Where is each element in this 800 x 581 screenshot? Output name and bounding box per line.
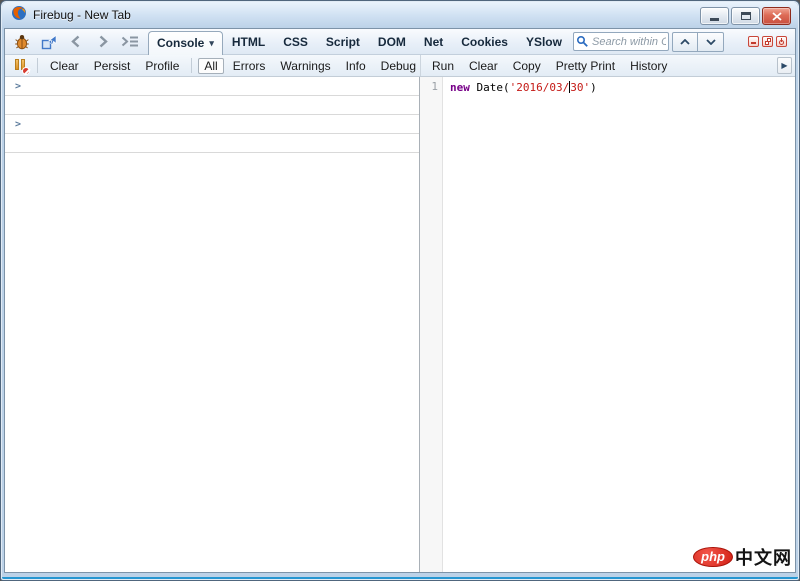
console-command-row[interactable]: > new Date('2016/03/30') bbox=[5, 115, 419, 134]
break-disabled-badge-icon bbox=[22, 66, 30, 75]
code-plain: Date( bbox=[469, 81, 510, 94]
pretty-print-button[interactable]: Pretty Print bbox=[550, 58, 621, 74]
php-cn-watermark: php 中文网 bbox=[693, 544, 792, 570]
close-button[interactable] bbox=[762, 7, 791, 25]
tab-console[interactable]: Console ▾ bbox=[148, 30, 223, 55]
filter-all-button[interactable]: All bbox=[198, 57, 224, 74]
window-content: Console ▾ HTML CSS Script DOM Net Cookie… bbox=[4, 28, 796, 573]
command-editor-toolbar: Run Clear Copy Pretty Print History ▶ bbox=[421, 55, 795, 76]
forward-icon[interactable] bbox=[94, 33, 112, 51]
profile-button[interactable]: Profile bbox=[139, 58, 185, 74]
editor-code-area[interactable]: new Date('2016/03/30') bbox=[443, 77, 795, 572]
chevron-up-icon bbox=[680, 38, 690, 45]
tab-cookies[interactable]: Cookies bbox=[452, 29, 517, 55]
history-button[interactable]: History bbox=[624, 58, 673, 74]
firebug-menu-icon[interactable] bbox=[13, 33, 31, 51]
toolbar-separator bbox=[37, 58, 38, 73]
php-logo-badge: php bbox=[693, 547, 733, 567]
firebug-window: Firebug - New Tab Console ▾ HTML CSS Scr… bbox=[0, 0, 800, 581]
console-command-row[interactable]: > new Date('2016-03-30') bbox=[5, 77, 419, 96]
chevron-down-icon bbox=[705, 38, 716, 45]
filter-info-button[interactable]: Info bbox=[340, 58, 372, 74]
toolbar-overflow-button[interactable]: ▶ bbox=[777, 57, 792, 74]
search-nav-buttons bbox=[672, 31, 724, 52]
window-controls bbox=[700, 7, 791, 25]
persist-button[interactable]: Persist bbox=[88, 58, 137, 74]
command-prompt-icon: > bbox=[15, 81, 22, 92]
firebug-deactivate-button[interactable] bbox=[776, 36, 787, 47]
maximize-button[interactable] bbox=[731, 7, 760, 25]
code-plain: ) bbox=[590, 81, 597, 94]
toolbar-icon-group bbox=[13, 33, 139, 51]
firebug-minimize-button[interactable] bbox=[748, 36, 759, 47]
search-input[interactable] bbox=[573, 32, 669, 52]
copy-button[interactable]: Copy bbox=[507, 58, 547, 74]
tab-net[interactable]: Net bbox=[415, 29, 452, 55]
firebug-detach-button[interactable] bbox=[762, 36, 773, 47]
maximize-icon bbox=[740, 12, 751, 20]
break-on-errors-button[interactable] bbox=[13, 58, 30, 75]
command-editor-panel: 1 new Date('2016/03/30') bbox=[420, 77, 795, 572]
code-string: '2016/03/ bbox=[509, 81, 570, 94]
console-output-panel: > new Date('2016-03-30') Date { Wed Mar … bbox=[5, 77, 420, 572]
search-next-button[interactable] bbox=[698, 31, 724, 52]
command-prompt-icon: > bbox=[15, 119, 22, 130]
window-title: Firebug - New Tab bbox=[33, 8, 131, 22]
filter-errors-button[interactable]: Errors bbox=[227, 58, 272, 74]
panel-tab-strip: Console ▾ HTML CSS Script DOM Net Cookie… bbox=[148, 29, 571, 55]
back-icon[interactable] bbox=[67, 33, 85, 51]
tab-dom[interactable]: DOM bbox=[369, 29, 415, 55]
filter-warnings-button[interactable]: Warnings bbox=[274, 58, 336, 74]
search-previous-button[interactable] bbox=[672, 31, 698, 52]
console-dropdown-icon[interactable]: ▾ bbox=[209, 38, 214, 49]
console-toolbar: Clear Persist Profile All Errors Warning… bbox=[5, 55, 421, 76]
console-result-row[interactable]: Date { Wed Mar 30 2016 08:00:00 GMT+0800… bbox=[5, 96, 419, 115]
line-number: 1 bbox=[431, 80, 438, 93]
editor-gutter: 1 bbox=[420, 77, 443, 572]
clear-editor-button[interactable]: Clear bbox=[463, 58, 504, 74]
minimize-button[interactable] bbox=[700, 7, 729, 25]
titlebar[interactable]: Firebug - New Tab bbox=[2, 2, 798, 28]
panel-toolbar: Clear Persist Profile All Errors Warning… bbox=[5, 55, 795, 77]
minimize-icon bbox=[710, 18, 719, 21]
main-toolbar: Console ▾ HTML CSS Script DOM Net Cookie… bbox=[5, 29, 795, 55]
code-keyword: new bbox=[450, 81, 470, 94]
panel-area: > new Date('2016-03-30') Date { Wed Mar … bbox=[5, 77, 795, 572]
toolbar-separator bbox=[191, 58, 193, 73]
tab-css[interactable]: CSS bbox=[274, 29, 317, 55]
tab-yslow[interactable]: YSlow bbox=[517, 29, 571, 55]
command-line-icon[interactable] bbox=[121, 33, 139, 51]
console-result-row[interactable]: Date { Wed Mar 30 2016 00:00:00 GMT+0800… bbox=[5, 134, 419, 153]
tab-console-label: Console bbox=[157, 36, 205, 50]
search-area bbox=[573, 31, 790, 52]
tab-script[interactable]: Script bbox=[317, 29, 369, 55]
code-line: new Date('2016/03/30') bbox=[450, 80, 795, 95]
tab-html[interactable]: HTML bbox=[223, 29, 274, 55]
run-button[interactable]: Run bbox=[426, 58, 460, 74]
filter-debug-info-button[interactable]: Debug Inf bbox=[375, 58, 420, 74]
inspect-element-icon[interactable] bbox=[40, 33, 58, 51]
search-box bbox=[573, 32, 669, 52]
firebug-window-controls bbox=[748, 36, 787, 47]
firefox-icon bbox=[11, 5, 27, 26]
right-arrow-icon: ▶ bbox=[781, 61, 788, 70]
watermark-text: 中文网 bbox=[735, 548, 792, 568]
firebug-minimize-icon bbox=[751, 42, 756, 44]
close-icon bbox=[771, 11, 782, 21]
code-string: 30' bbox=[570, 81, 591, 94]
clear-console-button[interactable]: Clear bbox=[44, 58, 85, 74]
